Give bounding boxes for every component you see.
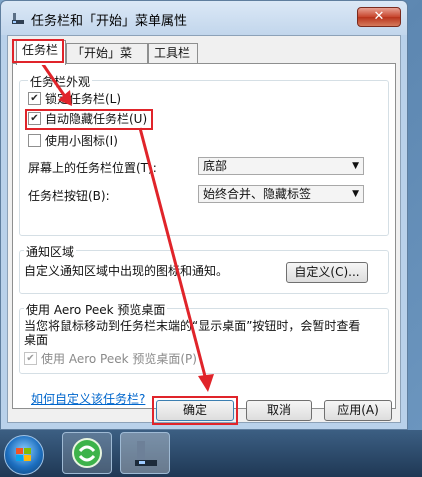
dialog-client: 任务栏 「开始」菜单 工具栏 任务栏外观 ✔锁定任务栏(L) ✔自动隐藏任务栏(… (7, 35, 401, 425)
buttons-select[interactable]: 始终合并、隐藏标签 ▼ (198, 185, 364, 203)
aero-legend: 使用 Aero Peek 预览桌面 (24, 301, 168, 318)
small-icons-checkbox[interactable] (28, 134, 41, 147)
small-icons-option[interactable]: 使用小图标(I) (28, 133, 118, 149)
lock-taskbar-option[interactable]: ✔ 锁定任务栏(L) (28, 91, 121, 107)
taskbar-properties-button[interactable] (120, 432, 170, 474)
start-button[interactable] (4, 435, 44, 475)
title-bar[interactable]: 任务栏和「开始」菜单属性 ✕ (1, 1, 407, 35)
cancel-button[interactable]: 取消 (246, 400, 312, 421)
notify-text: 自定义通知区域中出现的图标和通知。 (24, 264, 229, 278)
taskbar-tab-panel: 任务栏外观 ✔ 锁定任务栏(L) ✔ 自动隐藏任务栏(U) 使用小图标(I) 屏幕上… (12, 63, 396, 409)
autohide-highlight-box (25, 109, 153, 130)
windows-logo-icon (16, 448, 31, 461)
customize-button[interactable]: 自定义(C)... (286, 262, 368, 283)
position-label: 屏幕上的任务栏位置(T): (28, 161, 157, 175)
aero-text: 当您将鼠标移动到任务栏末端的“显示桌面”按钮时，会暂时查看桌面 (24, 319, 361, 347)
buttons-label: 任务栏按钮(B): (28, 189, 110, 203)
close-button[interactable]: ✕ (357, 7, 401, 27)
dropdown-arrow-icon: ▼ (352, 161, 359, 171)
buttons-value: 始终合并、隐藏标签 (203, 187, 312, 201)
taskbar (0, 430, 422, 477)
appearance-group: 任务栏外观 ✔ 锁定任务栏(L) ✔ 自动隐藏任务栏(U) 使用小图标(I) 屏幕上… (19, 73, 389, 236)
properties-dialog: 任务栏和「开始」菜单属性 ✕ 任务栏 「开始」菜单 工具栏 任务栏外观 ✔锁定任… (0, 0, 408, 430)
lock-taskbar-checkbox[interactable]: ✔ (28, 92, 41, 105)
appearance-legend: 任务栏外观 (28, 73, 93, 90)
aero-peek-label: 使用 Aero Peek 预览桌面(P) (41, 352, 197, 366)
dropdown-arrow-icon: ▼ (352, 189, 359, 199)
taskbar-browser-button[interactable] (62, 432, 112, 474)
ok-highlight-box (152, 396, 238, 425)
tab-toolbars[interactable]: 工具栏 (148, 43, 198, 63)
notify-legend: 通知区域 (24, 243, 77, 260)
small-icons-label: 使用小图标(I) (45, 134, 118, 148)
taskbar-properties-icon (12, 13, 24, 24)
window-title: 任务栏和「开始」菜单属性 (31, 14, 188, 29)
notify-group: 通知区域 自定义通知区域中出现的图标和通知。 自定义(C)... (19, 243, 389, 294)
tab-highlight-box (12, 39, 64, 63)
apply-button[interactable]: 应用(A) (324, 400, 392, 421)
help-link[interactable]: 如何自定义该任务栏? (31, 390, 145, 407)
position-value: 底部 (203, 159, 228, 173)
lock-taskbar-label: 锁定任务栏(L) (45, 92, 122, 106)
browser-icon (72, 438, 102, 468)
position-select[interactable]: 底部 ▼ (198, 157, 364, 175)
aero-peek-group: 使用 Aero Peek 预览桌面 当您将鼠标移动到任务栏末端的“显示桌面”按钮… (19, 301, 389, 374)
aero-peek-option[interactable]: ✔ 使用 Aero Peek 预览桌面(P) (24, 351, 197, 367)
tab-start-menu[interactable]: 「开始」菜单 (66, 43, 148, 79)
aero-peek-checkbox[interactable]: ✔ (24, 352, 37, 365)
taskbar-properties-icon (135, 441, 157, 466)
